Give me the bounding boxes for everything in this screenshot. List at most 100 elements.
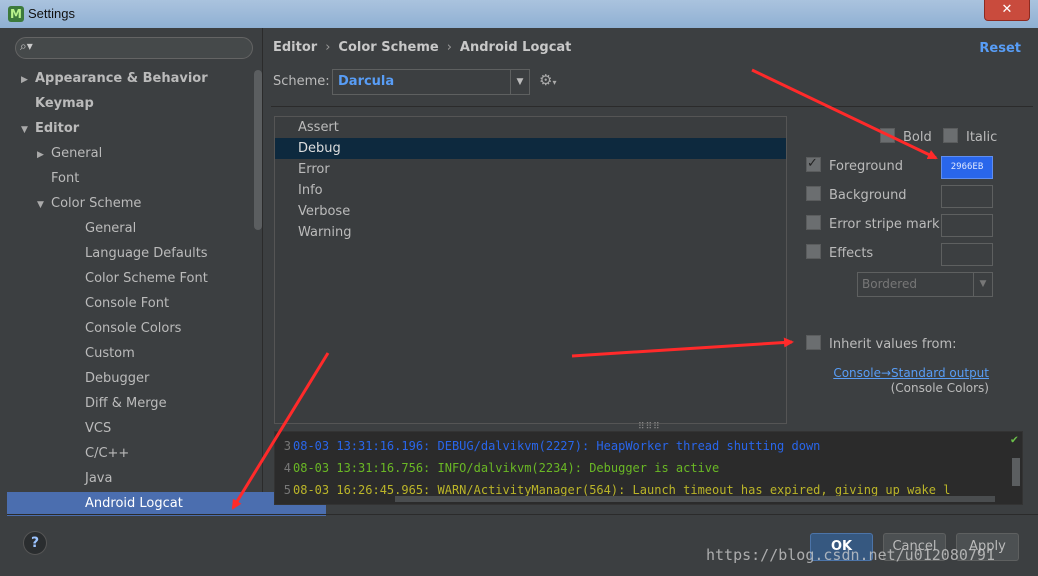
- bold-checkbox[interactable]: [880, 128, 895, 143]
- sidebar-item-label: Font: [51, 171, 80, 186]
- list-item-error[interactable]: Error: [275, 159, 786, 180]
- sidebar-item-custom[interactable]: Custom: [7, 342, 135, 366]
- preview-vertical-scrollbar[interactable]: [1012, 458, 1020, 486]
- sidebar-item-color-scheme[interactable]: ▼ Color Scheme: [7, 192, 141, 216]
- sidebar-item-label: Keymap: [35, 96, 94, 111]
- foreground-checkbox[interactable]: [806, 154, 821, 174]
- sidebar-item-label: Diff & Merge: [85, 396, 167, 411]
- breadcrumb: Editor › Color Scheme › Android Logcat: [273, 40, 572, 55]
- list-item-warning[interactable]: Warning: [275, 222, 786, 243]
- background-checkbox[interactable]: [806, 186, 821, 201]
- chevron-down-icon: ▼: [973, 273, 992, 296]
- inherit-label: Inherit values from:: [829, 337, 957, 352]
- help-button[interactable]: ?: [23, 531, 47, 555]
- italic-label: Italic: [966, 130, 998, 145]
- sidebar-scrollbar[interactable]: [254, 70, 262, 230]
- log-level-list: Assert Debug Error Info Verbose Warning: [274, 116, 787, 424]
- scheme-label: Scheme:: [273, 74, 330, 89]
- sidebar-item-vcs[interactable]: VCS: [7, 417, 111, 441]
- sidebar-item-debugger[interactable]: Debugger: [7, 367, 149, 391]
- bold-label: Bold: [903, 130, 932, 145]
- effects-label: Effects: [829, 246, 874, 261]
- chevron-down-icon[interactable]: ▼: [37, 193, 51, 217]
- effects-option[interactable]: Effects: [806, 244, 873, 264]
- window-title: Settings: [28, 6, 75, 21]
- italic-option[interactable]: Italic: [943, 128, 997, 148]
- sidebar-item-label: Android Logcat: [85, 496, 183, 511]
- sidebar-item-label: Debugger: [85, 371, 150, 386]
- inherit-option[interactable]: Inherit values from:: [806, 335, 957, 355]
- foreground-option[interactable]: Foreground: [806, 154, 903, 177]
- sidebar-item-console-font[interactable]: Console Font: [7, 292, 169, 316]
- sidebar-item-label: VCS: [85, 421, 112, 436]
- logcat-preview: 3 08-03 13:31:16.196: DEBUG/dalvikvm(2227…: [274, 431, 1023, 505]
- gear-icon[interactable]: ⚙▾: [539, 71, 556, 89]
- effects-color-swatch[interactable]: [941, 243, 993, 266]
- background-option[interactable]: Background: [806, 186, 907, 206]
- sidebar-item-language-defaults[interactable]: Language Defaults: [7, 242, 208, 266]
- sidebar-item-keymap[interactable]: Keymap: [7, 92, 94, 116]
- chevron-right-icon[interactable]: ▶: [21, 68, 35, 92]
- error-stripe-option[interactable]: Error stripe mark: [806, 215, 940, 235]
- sidebar-item-general[interactable]: ▶ General: [7, 142, 102, 166]
- search-icon: ⌕▾: [20, 39, 33, 53]
- scheme-value: Darcula: [338, 74, 395, 89]
- sidebar-item-java[interactable]: Java: [7, 467, 112, 491]
- sidebar-item-label: Console Font: [85, 296, 170, 311]
- error-stripe-checkbox[interactable]: [806, 215, 821, 230]
- sidebar-item-label: Appearance & Behavior: [35, 71, 208, 86]
- search-input[interactable]: ⌕▾: [15, 37, 253, 59]
- sidebar-item-label: General: [51, 146, 103, 161]
- sidebar-item-appearance-behavior[interactable]: ▶ Appearance & Behavior: [7, 67, 208, 91]
- sidebar-item-general[interactable]: General: [7, 217, 136, 241]
- effects-checkbox[interactable]: [806, 244, 821, 259]
- sidebar-item-label: C/C++: [85, 446, 130, 461]
- log-text: 08-03 16:26:45.965: WARN/ActivityManager…: [293, 483, 951, 497]
- sidebar-item-diff-merge[interactable]: Diff & Merge: [7, 392, 167, 416]
- inherit-source: (Console Colors): [890, 381, 989, 395]
- error-stripe-color-swatch[interactable]: [941, 214, 993, 237]
- close-button[interactable]: ✕: [984, 0, 1030, 21]
- effects-value: Bordered: [862, 277, 917, 291]
- sidebar-item-label: General: [85, 221, 137, 236]
- italic-checkbox[interactable]: [943, 128, 958, 143]
- list-item-verbose[interactable]: Verbose: [275, 201, 786, 222]
- preview-line: 3 08-03 13:31:16.196: DEBUG/dalvikvm(2227…: [275, 435, 821, 457]
- sidebar-item-label: Java: [85, 471, 113, 486]
- sidebar-item-editor[interactable]: ▼ Editor: [7, 117, 79, 141]
- divider: [271, 106, 1033, 107]
- chevron-right-icon[interactable]: ▶: [37, 143, 51, 167]
- sidebar-item-label: Color Scheme Font: [85, 271, 208, 286]
- line-number: 5: [283, 483, 291, 497]
- scheme-dropdown[interactable]: Darcula ▼: [332, 69, 530, 95]
- sidebar-item-label: Color Scheme: [51, 196, 142, 211]
- preview-line: 4 08-03 13:31:16.756: INFO/dalvikvm(2234)…: [275, 457, 720, 479]
- list-item-info[interactable]: Info: [275, 180, 786, 201]
- log-text: 08-03 13:31:16.196: DEBUG/dalvikvm(2227)…: [293, 439, 821, 453]
- line-number: 4: [283, 461, 291, 475]
- inherit-link[interactable]: Console→Standard output: [833, 366, 989, 380]
- sidebar-item-console-colors[interactable]: Console Colors: [7, 317, 181, 341]
- breadcrumb-android-logcat: Android Logcat: [459, 40, 572, 55]
- inherit-checkbox[interactable]: [806, 335, 821, 350]
- title-bar: M Settings ✕: [0, 0, 1038, 28]
- foreground-color-swatch[interactable]: 2966EB: [941, 156, 993, 179]
- sidebar-item-c-c[interactable]: C/C++: [7, 442, 129, 466]
- reset-link[interactable]: Reset: [979, 41, 1021, 56]
- preview-horizontal-scrollbar[interactable]: [395, 496, 995, 502]
- chevron-down-icon[interactable]: ▼: [21, 118, 35, 142]
- error-stripe-label: Error stripe mark: [829, 217, 940, 232]
- bold-option[interactable]: Bold: [880, 128, 932, 148]
- log-text: 08-03 13:31:16.756: INFO/dalvikvm(2234):…: [293, 461, 720, 475]
- list-item-assert[interactable]: Assert: [275, 117, 786, 138]
- line-number: 3: [283, 439, 291, 453]
- settings-content: Editor › Color Scheme › Android Logcat Reset…: [263, 28, 1038, 514]
- sidebar-item-color-scheme-font[interactable]: Color Scheme Font: [7, 267, 208, 291]
- effects-dropdown[interactable]: Bordered ▼: [857, 272, 993, 297]
- list-item-debug[interactable]: Debug: [275, 138, 786, 159]
- chevron-down-icon: ▼: [510, 70, 529, 94]
- android-studio-icon: M: [8, 6, 24, 22]
- sidebar-item-label: Custom: [85, 346, 135, 361]
- background-color-swatch[interactable]: [941, 185, 993, 208]
- sidebar-item-font[interactable]: Font: [7, 167, 79, 191]
